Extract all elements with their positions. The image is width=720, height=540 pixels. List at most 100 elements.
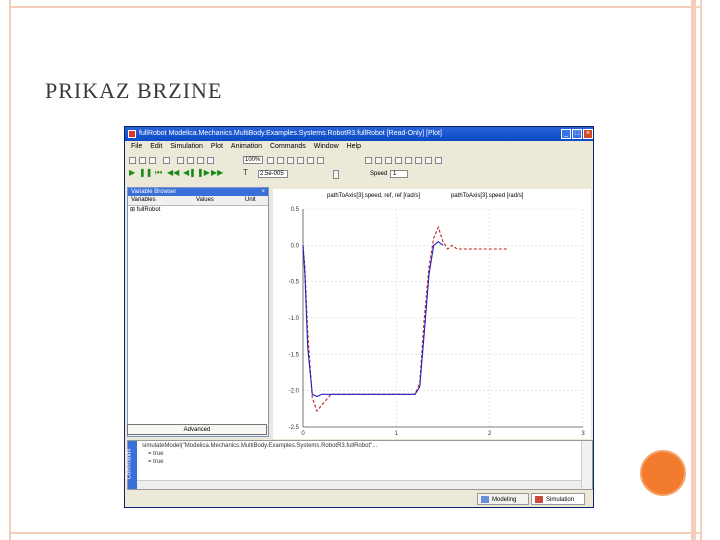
y-tick-label: 0.0: [291, 243, 300, 249]
menu-edit[interactable]: Edit: [150, 143, 162, 150]
modeling-icon: [481, 496, 489, 503]
command-vertical-scrollbar[interactable]: [581, 441, 592, 489]
slide-border-right: [691, 0, 696, 540]
command-window: Commands simulateModel("Modelica.Mechani…: [126, 440, 593, 490]
maximize-button[interactable]: □: [572, 129, 582, 139]
tree-row-fullrobot[interactable]: ⊞ fullRobot: [128, 206, 268, 214]
print-icon[interactable]: [163, 157, 170, 164]
line-icon[interactable]: [287, 157, 294, 164]
y-tick-label: -1.5: [289, 352, 300, 358]
command-line-1: simulateModel("Modelica.Mechanics.MultiB…: [142, 443, 378, 449]
variable-browser-header: Variables Values Unit: [128, 196, 268, 206]
series-line-1: [302, 225, 509, 413]
menu-animation[interactable]: Animation: [231, 143, 262, 150]
minimize-button[interactable]: _: [561, 129, 571, 139]
diagram-icon[interactable]: [425, 157, 432, 164]
slide-border-top: [9, 6, 702, 8]
decorative-circle: [640, 450, 686, 496]
rewind-icon[interactable]: ⏮: [155, 169, 162, 177]
y-tick-label: 0.5: [291, 207, 300, 213]
command-line-2: = true: [148, 451, 164, 457]
reverse-icon[interactable]: ◀◀: [167, 169, 179, 177]
menu-bar: File Edit Simulation Plot Animation Comm…: [125, 142, 593, 152]
copy-icon[interactable]: [197, 157, 204, 164]
tree-label: fullRobot: [136, 207, 161, 213]
slide-border-bottom: [9, 532, 702, 534]
open-file-icon[interactable]: [139, 157, 146, 164]
window-title: fullRobot Modelica.Mechanics.MultiBody.E…: [139, 130, 442, 137]
column-variables[interactable]: Variables: [131, 196, 156, 205]
tab-modeling[interactable]: Modeling: [477, 493, 529, 505]
commands-side-label: Commands: [126, 448, 133, 480]
menu-help[interactable]: Help: [347, 143, 361, 150]
time-label-icon: T: [243, 168, 248, 177]
menu-simulation[interactable]: Simulation: [170, 143, 203, 150]
legend-series-1: pathToAxis[3].speed, ref, ref [rad/s]: [327, 193, 421, 199]
commands-side-tab[interactable]: Commands: [126, 441, 137, 489]
time-slider-thumb[interactable]: [333, 170, 339, 179]
animation-icon[interactable]: [395, 157, 402, 164]
new-file-icon[interactable]: [129, 157, 136, 164]
tab-simulation[interactable]: Simulation: [531, 493, 585, 505]
export-icon[interactable]: [405, 157, 412, 164]
step-back-icon[interactable]: ◀❚: [183, 169, 196, 177]
save-icon[interactable]: [149, 157, 156, 164]
y-tick-label: -0.5: [289, 280, 300, 286]
variable-browser: Variable Browser × Variables Values Unit…: [127, 187, 269, 437]
menu-file[interactable]: File: [131, 143, 142, 150]
variable-browser-title-text: Variable Browser: [131, 189, 177, 195]
window-titlebar: fullRobot Modelica.Mechanics.MultiBody.E…: [125, 127, 593, 141]
arrow-icon[interactable]: [277, 157, 284, 164]
slide-title: PRIKAZ BRZINE: [45, 78, 223, 103]
column-values[interactable]: Values: [196, 196, 214, 205]
help-icon[interactable]: [177, 157, 184, 164]
grid-icon[interactable]: [267, 157, 274, 164]
y-tick-label: -2.5: [289, 425, 300, 431]
menu-commands[interactable]: Commands: [270, 143, 306, 150]
zoom-select[interactable]: 100%: [243, 156, 263, 164]
y-tick-label: -1.0: [289, 316, 300, 322]
column-unit[interactable]: Unit: [245, 196, 256, 205]
menu-window[interactable]: Window: [314, 143, 339, 150]
cut-icon[interactable]: [187, 157, 194, 164]
step-forward-icon[interactable]: ❚▶: [197, 169, 210, 177]
simulate-icon[interactable]: [365, 157, 372, 164]
rectangle-icon[interactable]: [297, 157, 304, 164]
plot-icon[interactable]: [375, 157, 382, 164]
variable-browser-close-icon[interactable]: ×: [261, 188, 265, 196]
speed-chart: 0.5 0.0 -0.5 -1.0 -1.5 -2.0 -2.50 1 2 3: [289, 207, 586, 437]
play-icon[interactable]: ▶: [129, 169, 135, 177]
slide-border-right-inner: [700, 0, 702, 540]
speed-label: Speed: [370, 171, 388, 177]
pause-icon[interactable]: ❚❚: [139, 169, 152, 177]
table-icon[interactable]: [385, 157, 392, 164]
variable-browser-title: Variable Browser ×: [128, 188, 268, 196]
speed-field[interactable]: 1: [390, 170, 408, 178]
dymola-window: fullRobot Modelica.Mechanics.MultiBody.E…: [124, 126, 594, 508]
x-tick-label: 1: [395, 431, 399, 437]
tab-modeling-label: Modeling: [492, 497, 517, 503]
x-tick-label: 2: [488, 431, 492, 437]
advanced-button[interactable]: Advanced: [127, 424, 267, 435]
app-icon: [128, 130, 136, 138]
paste-icon[interactable]: [207, 157, 214, 164]
main-toolbar: 100%: [125, 155, 593, 166]
forward-icon[interactable]: ▶▶: [211, 169, 223, 177]
time-field[interactable]: 2.5e-005: [258, 170, 288, 178]
close-button[interactable]: ×: [583, 129, 593, 139]
ellipse-icon[interactable]: [307, 157, 314, 164]
command-scrollbar[interactable]: [137, 480, 582, 489]
tab-simulation-label: Simulation: [546, 497, 575, 503]
legend-series-2: pathToAxis[3].speed [rad/s]: [451, 193, 524, 199]
expand-icon[interactable]: ⊞: [130, 207, 135, 213]
rescale-icon[interactable]: [415, 157, 422, 164]
menu-plot[interactable]: Plot: [211, 143, 223, 150]
command-line-3: = true: [148, 459, 164, 465]
plot-area[interactable]: pathToAxis[3].speed, ref, ref [rad/s] pa…: [273, 189, 591, 439]
text-icon[interactable]: [317, 157, 324, 164]
erase-icon[interactable]: [435, 157, 442, 164]
slide-border-left: [9, 0, 11, 540]
simulation-icon: [535, 496, 543, 503]
x-tick-label: 3: [581, 431, 585, 437]
animation-toolbar: ▶ ❚❚ ⏮ ◀◀ ◀❚ ❚▶ ▶▶ T 2.5e-005 Speed 1: [125, 169, 593, 180]
